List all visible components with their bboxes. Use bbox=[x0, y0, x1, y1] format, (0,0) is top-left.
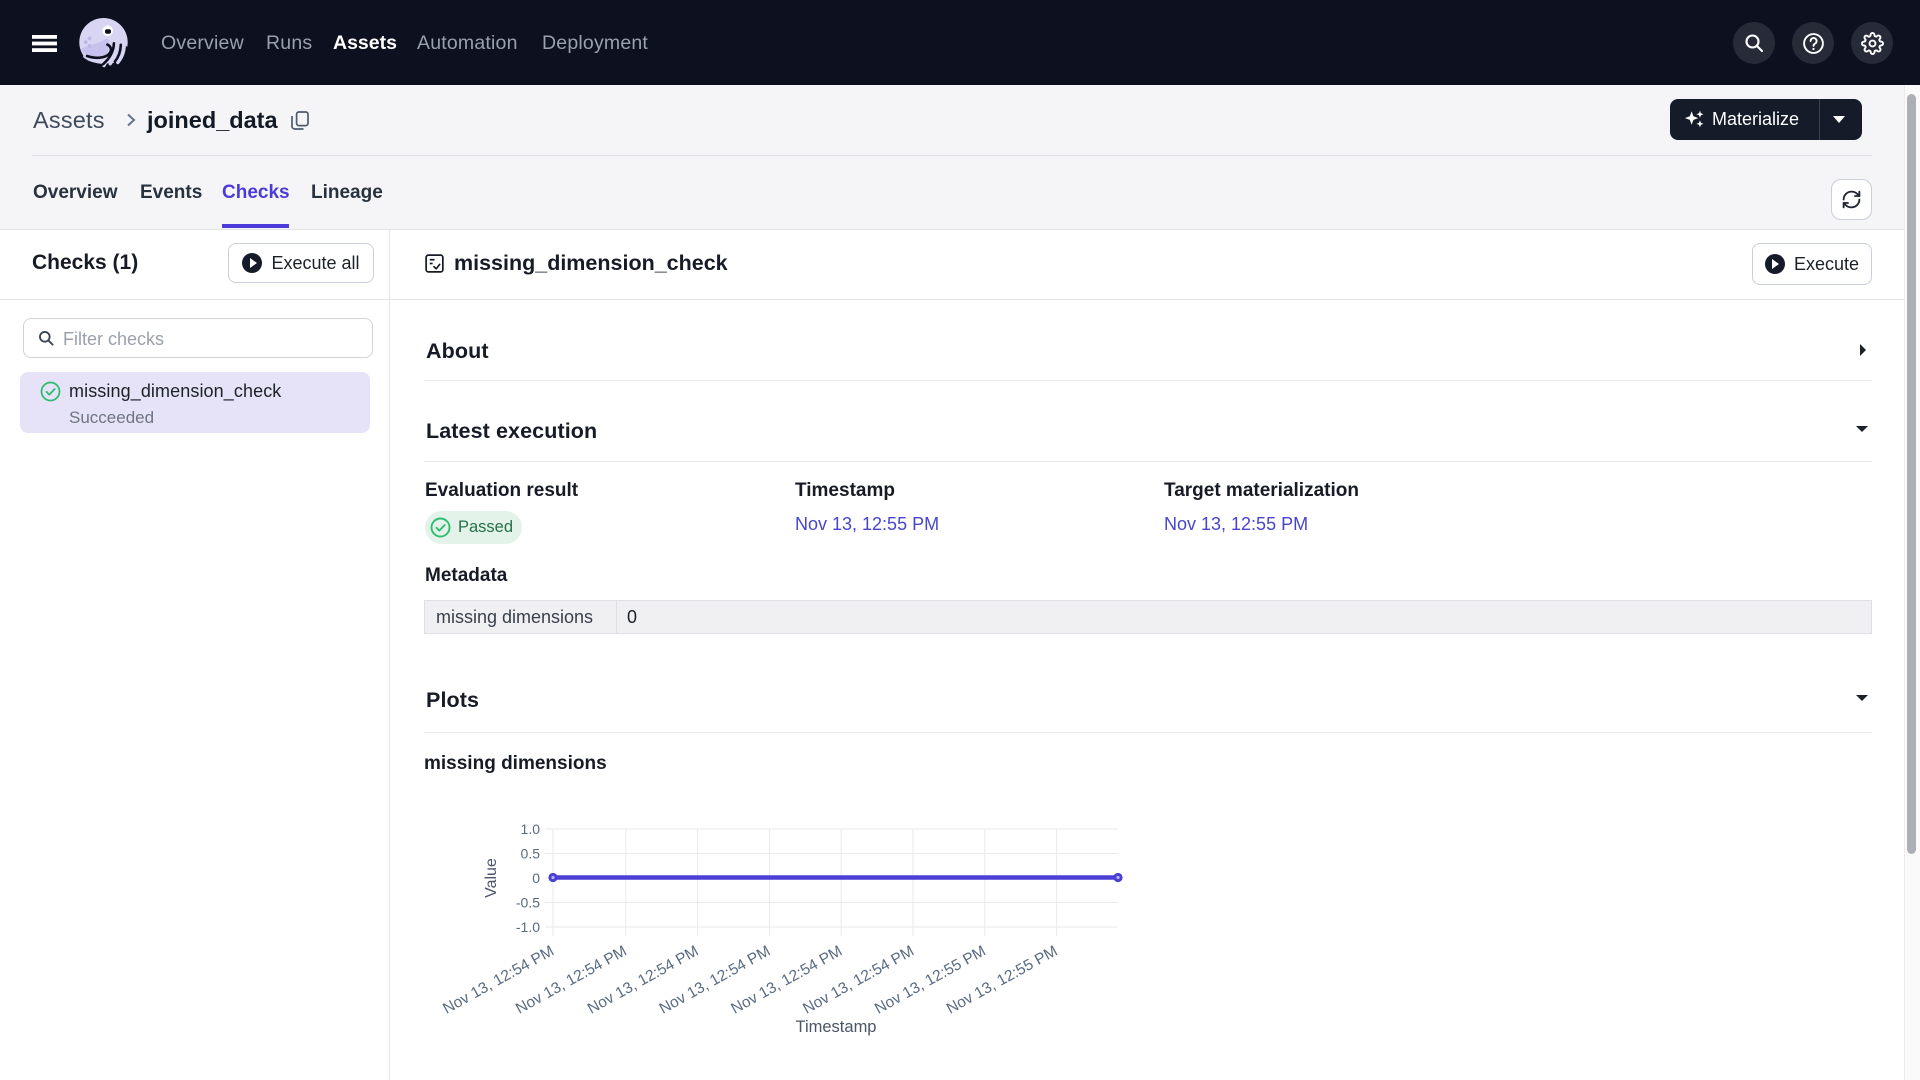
svg-text:Timestamp: Timestamp bbox=[796, 1018, 877, 1036]
svg-text:0: 0 bbox=[532, 870, 540, 886]
svg-text:-0.5: -0.5 bbox=[516, 895, 540, 911]
svg-text:Value: Value bbox=[483, 858, 500, 898]
svg-text:-1.0: -1.0 bbox=[516, 919, 540, 935]
svg-text:0.5: 0.5 bbox=[521, 846, 541, 862]
svg-text:1.0: 1.0 bbox=[521, 821, 541, 837]
